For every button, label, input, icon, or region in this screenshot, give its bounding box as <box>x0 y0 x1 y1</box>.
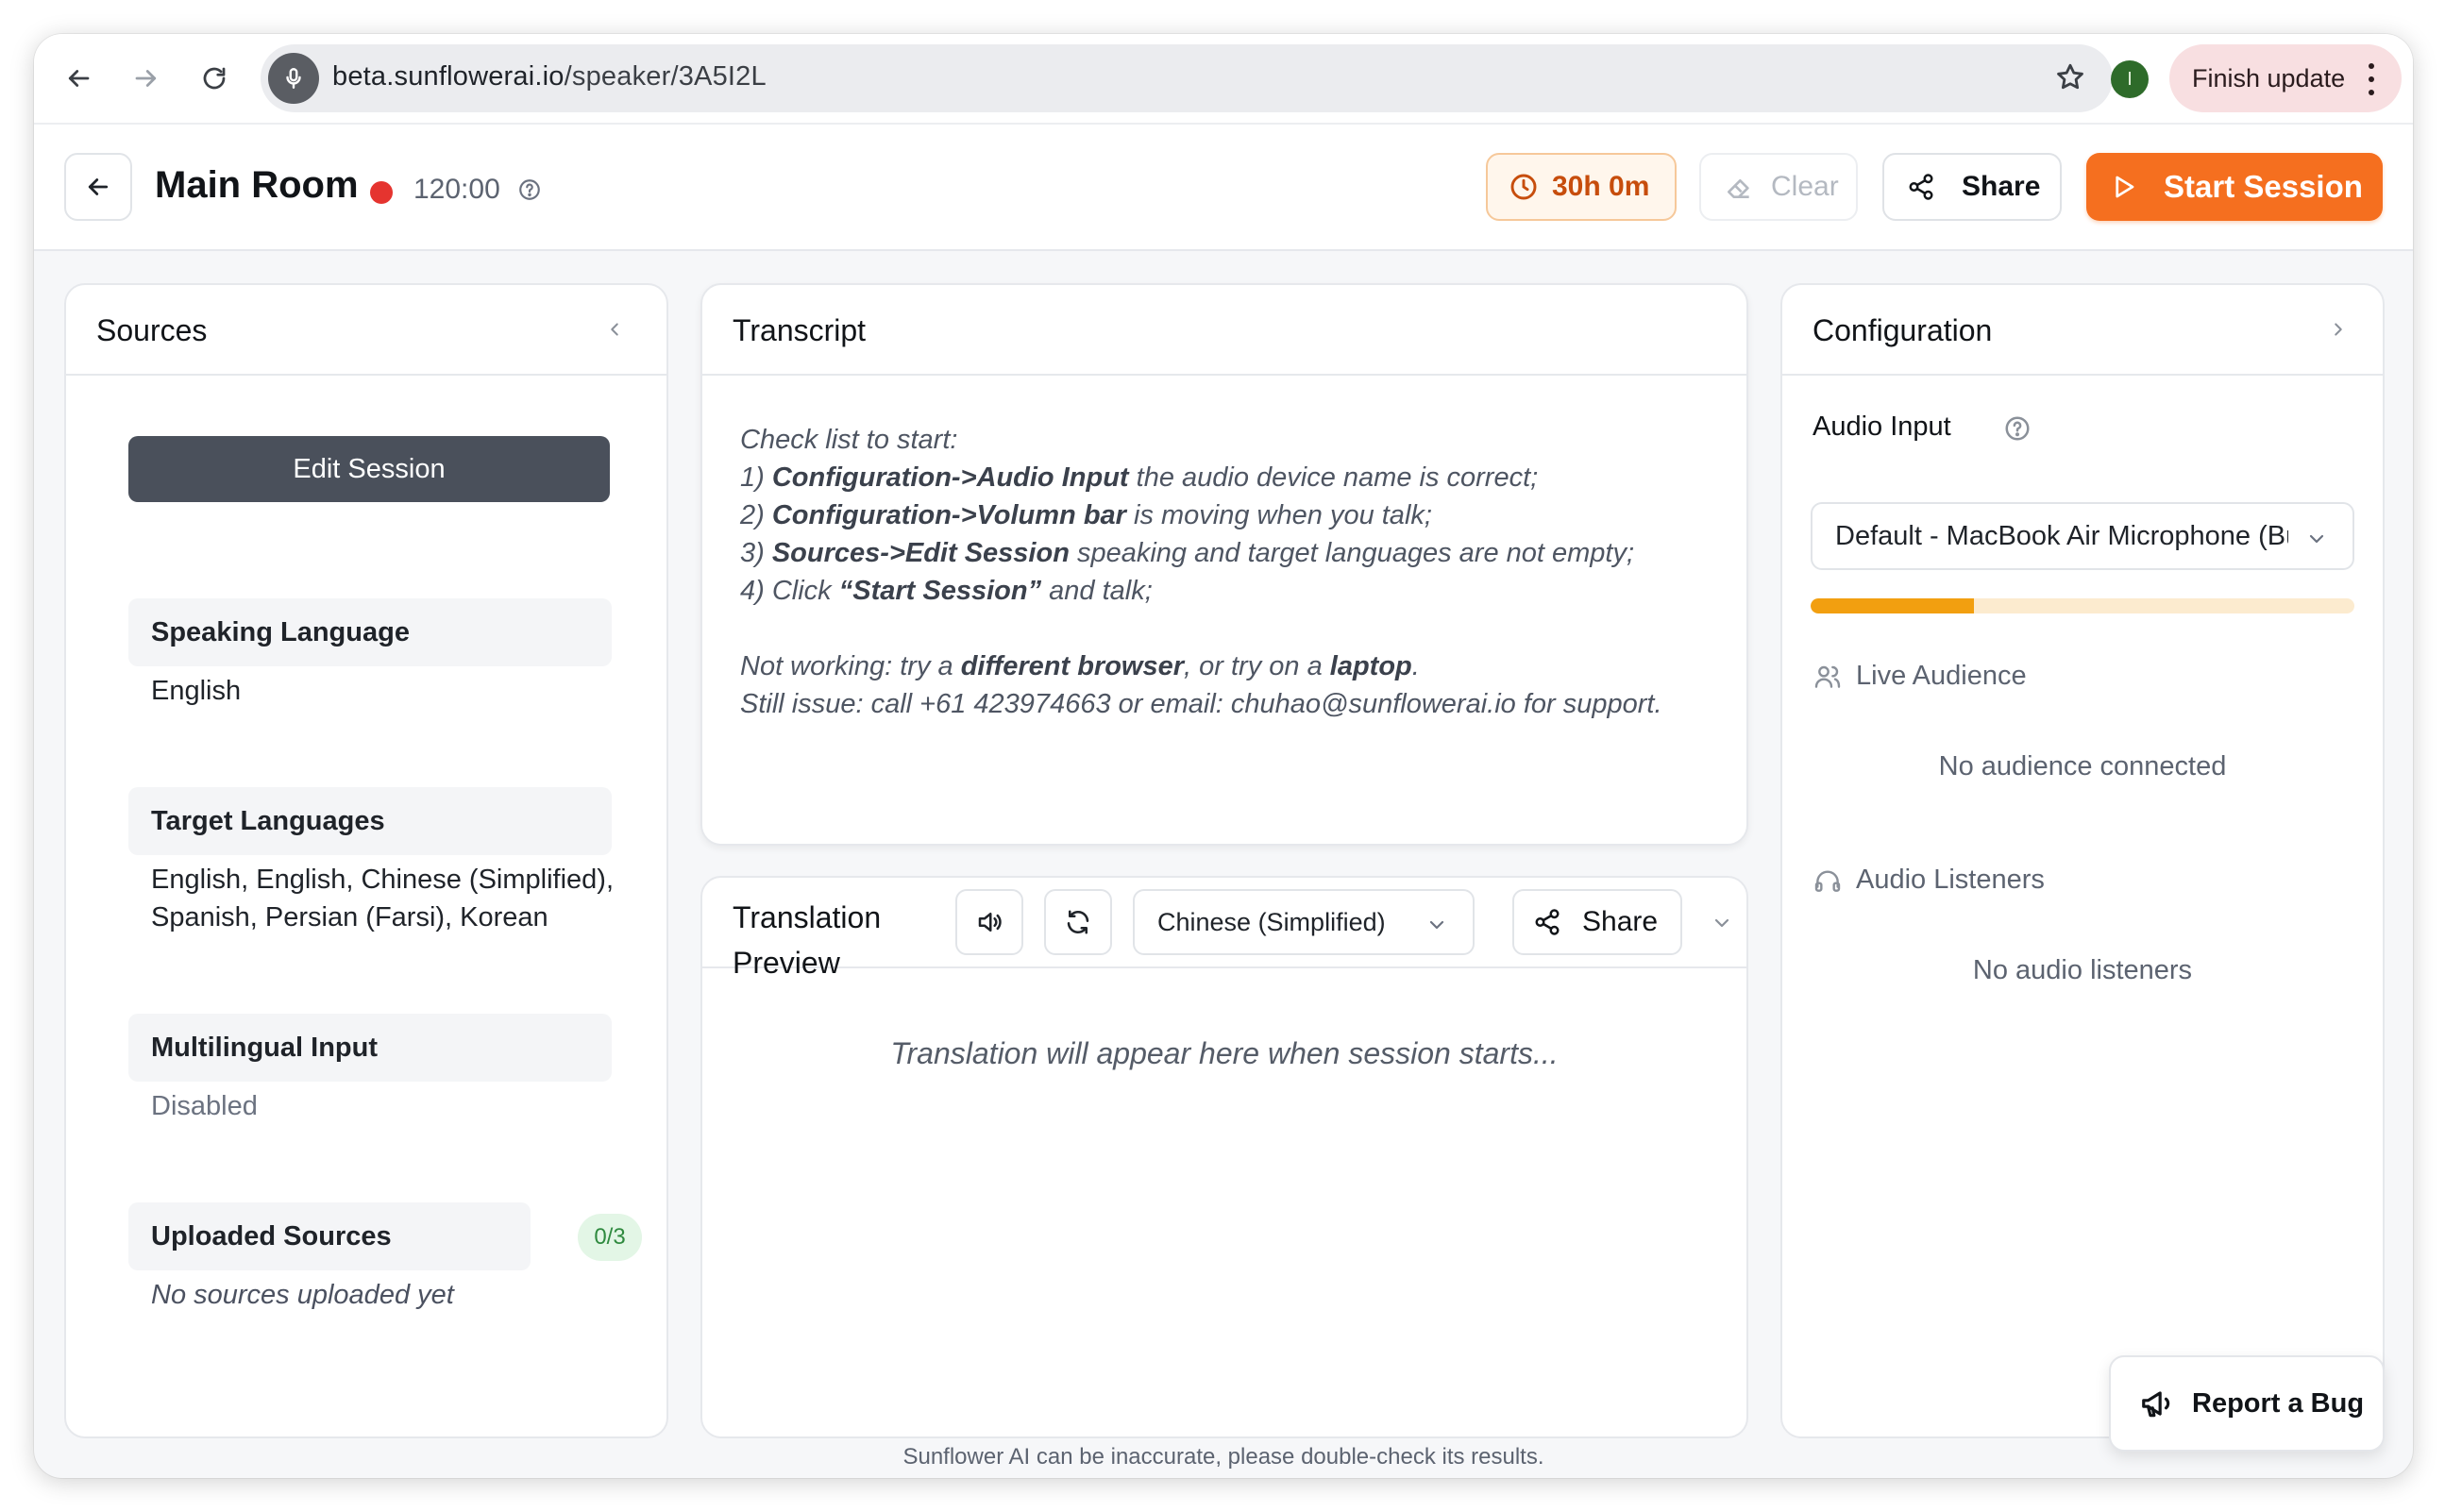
translation-preview-panel: Translation Preview Chinese (Simplified)… <box>700 876 1748 1438</box>
sources-panel: Sources Edit Session Speaking Language E… <box>64 283 668 1438</box>
headphones-icon <box>1814 870 1841 892</box>
speaker-volume-button[interactable] <box>955 889 1023 955</box>
clear-button[interactable]: Clear <box>1699 153 1858 221</box>
translation-language-value: Chinese (Simplified) <box>1157 907 1386 936</box>
translation-preview-title: Translation Preview <box>733 900 882 980</box>
configuration-panel: Configuration Audio Input Default - MacB… <box>1780 283 2385 1438</box>
report-bug-label: Report a Bug <box>2192 1387 2365 1419</box>
troubleshoot-line: Not working: try a different browser, or… <box>740 651 1420 681</box>
audio-input-select[interactable]: Default - MacBook Air Microphone (Built-… <box>1811 502 2354 570</box>
checklist-step: 3) Sources->Edit Session speaking and ta… <box>740 538 1635 568</box>
checklist-step: 2) Configuration->Volumn bar is moving w… <box>740 500 1432 530</box>
target-languages-line: English, English, Chinese (Simplified), <box>151 865 614 895</box>
share-icon <box>1909 174 1933 200</box>
chevron-down-icon <box>1425 914 1448 943</box>
reload-icon[interactable] <box>191 55 238 102</box>
browser-window: beta.sunflowerai.io/speaker/3A5I2L I Fin… <box>34 34 2413 1478</box>
live-audience-empty: No audience connected <box>1938 751 2227 781</box>
app-header: Main Room 120:00 30h 0m Clear Share Star… <box>34 123 2413 251</box>
configuration-title: Configuration <box>1813 313 1993 347</box>
audio-device-value: Default - MacBook Air Microphone (Built-… <box>1835 520 2288 551</box>
translation-share-button[interactable]: Share <box>1512 889 1682 955</box>
share-button[interactable]: Share <box>1882 153 2062 221</box>
target-languages-line: Spanish, Persian (Farsi), Korean <box>151 902 548 932</box>
session-timer: 120:00 <box>413 174 500 205</box>
translation-share-label: Share <box>1582 906 1659 937</box>
bookmark-star-icon[interactable] <box>2054 61 2086 98</box>
users-icon <box>1814 665 1841 688</box>
megaphone-icon <box>2142 1391 2170 1418</box>
refresh-button[interactable] <box>1044 889 1112 955</box>
transcript-panel: Transcript Check list to start: 1) Confi… <box>700 283 1748 846</box>
collapse-chevron-icon[interactable] <box>1711 912 1733 939</box>
support-line: Still issue: call +61 423974663 or email… <box>740 689 1662 719</box>
forward-arrow-icon[interactable] <box>123 55 170 102</box>
checklist-step: 4) Click “Start Session” and talk; <box>740 576 1153 606</box>
chevron-left-icon[interactable] <box>604 319 625 344</box>
transcript-checklist: Check list to start: 1) Configuration->A… <box>740 421 1722 723</box>
live-audience-heading: Live Audience <box>1813 661 2027 692</box>
finish-update-button[interactable]: Finish update <box>2169 44 2402 112</box>
uploaded-count-badge: 0/3 <box>578 1214 642 1261</box>
eraser-icon <box>1728 179 1749 198</box>
transcript-header: Transcript <box>702 285 1746 376</box>
url-text: beta.sunflowerai.io/speaker/3A5I2L <box>332 61 767 92</box>
speaker-icon <box>978 913 1002 932</box>
translation-language-select[interactable]: Chinese (Simplified) <box>1133 889 1475 955</box>
multilingual-input-label: Multilingual Input <box>128 1014 612 1082</box>
share-label: Share <box>1962 171 2041 202</box>
url-host: beta.sunflowerai.io <box>332 61 565 92</box>
refresh-icon <box>1067 910 1089 934</box>
browser-toolbar: beta.sunflowerai.io/speaker/3A5I2L I Fin… <box>34 34 2413 123</box>
chevron-right-icon[interactable] <box>2328 319 2349 344</box>
play-icon <box>2116 176 2134 198</box>
audio-listeners-heading: Audio Listeners <box>1813 865 2045 896</box>
report-bug-button[interactable]: Report a Bug <box>2109 1355 2385 1452</box>
audio-listeners-label: Audio Listeners <box>1856 865 2045 895</box>
room-title: Main Room <box>155 164 359 206</box>
volume-bar <box>1811 598 2354 613</box>
uploaded-sources-empty: No sources uploaded yet <box>151 1280 454 1310</box>
arrow-left-icon <box>88 178 109 195</box>
speaking-language-label: Speaking Language <box>128 598 612 666</box>
speaking-language-value: English <box>151 676 242 706</box>
finish-update-label: Finish update <box>2192 63 2346 92</box>
disclaimer-text: Sunflower AI can be inaccurate, please d… <box>902 1444 1544 1470</box>
audio-listeners-empty: No audio listeners <box>1972 955 2193 985</box>
volume-bar-fill <box>1811 598 1974 613</box>
start-session-label: Start Session <box>2164 169 2363 204</box>
translation-preview-header: Translation Preview Chinese (Simplified)… <box>702 878 1746 980</box>
start-session-button[interactable]: Start Session <box>2086 153 2383 221</box>
url-path: /speaker/3A5I2L <box>564 61 767 92</box>
sources-title: Sources <box>96 313 208 347</box>
microphone-icon[interactable] <box>268 53 319 104</box>
more-menu-icon[interactable] <box>2368 63 2375 95</box>
address-bar[interactable]: beta.sunflowerai.io/speaker/3A5I2L <box>261 44 2113 112</box>
help-circle-icon[interactable] <box>517 177 542 207</box>
clock-icon <box>1510 174 1537 200</box>
target-languages-label: Target Languages <box>128 787 612 855</box>
profile-avatar[interactable]: I <box>2111 60 2149 98</box>
transcript-title: Transcript <box>733 313 867 347</box>
target-languages-value: English, English, Chinese (Simplified), … <box>151 861 614 936</box>
time-remaining-text: 30h 0m <box>1552 171 1650 202</box>
back-button[interactable] <box>64 153 132 221</box>
time-remaining-badge[interactable]: 30h 0m <box>1486 153 1677 221</box>
recording-status-dot <box>370 181 393 204</box>
share-icon <box>1535 909 1560 935</box>
multilingual-input-value: Disabled <box>151 1091 258 1121</box>
audio-input-label: Audio Input <box>1813 412 1951 442</box>
configuration-header: Configuration <box>1782 285 2383 376</box>
checklist-intro: Check list to start: <box>740 425 958 455</box>
clear-label: Clear <box>1771 171 1839 202</box>
help-circle-icon[interactable] <box>2003 414 2032 447</box>
uploaded-sources-label: Uploaded Sources <box>128 1202 531 1270</box>
live-audience-label: Live Audience <box>1856 661 2027 691</box>
edit-session-button[interactable]: Edit Session <box>128 436 610 502</box>
checklist-step: 1) Configuration->Audio Input the audio … <box>740 462 1539 493</box>
translation-placeholder: Translation will appear here when sessio… <box>890 1036 1559 1070</box>
sources-header: Sources <box>66 285 666 376</box>
back-arrow-icon[interactable] <box>55 55 102 102</box>
chevron-down-icon <box>2305 527 2328 558</box>
